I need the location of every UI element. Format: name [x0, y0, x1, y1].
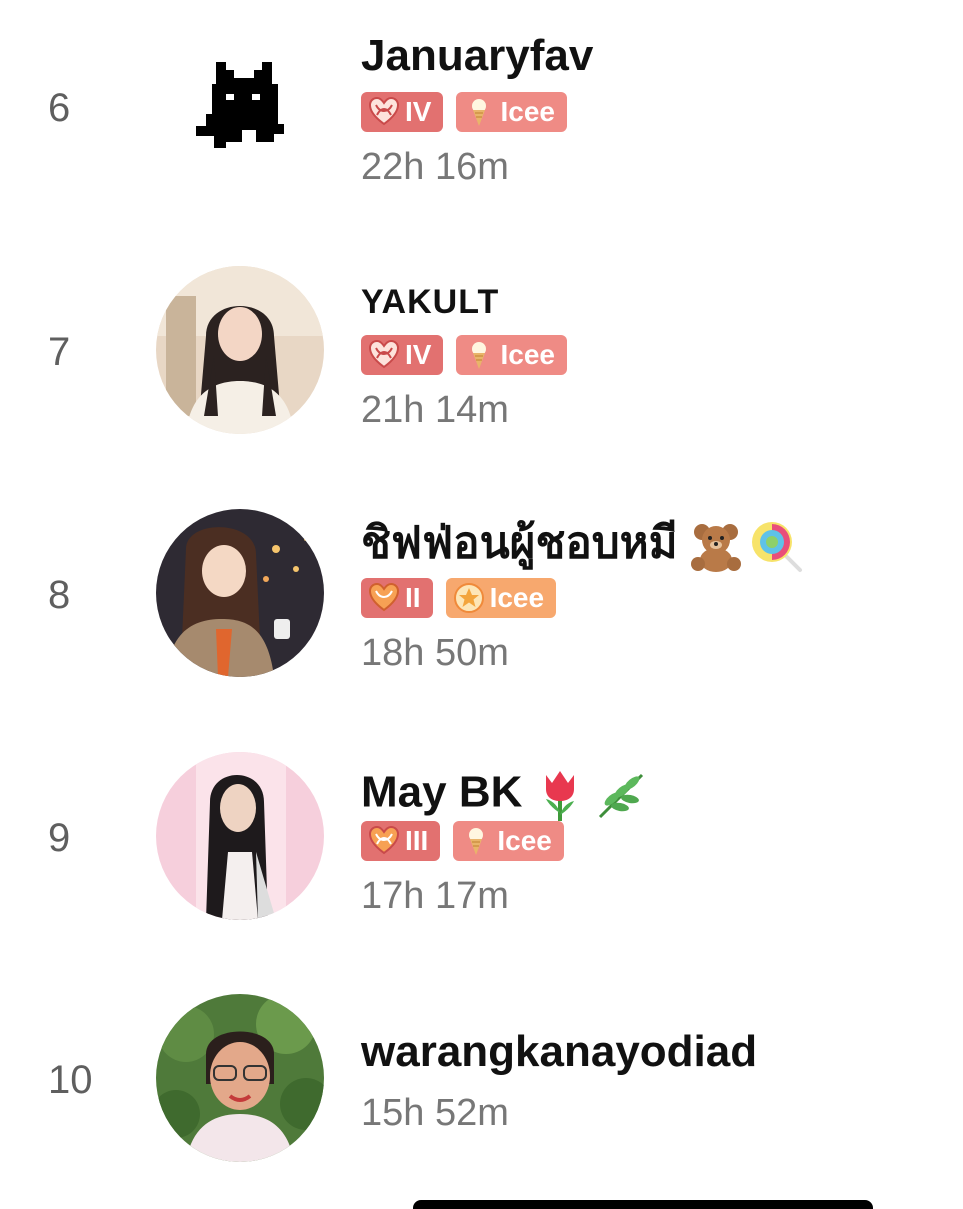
tier-badge: Icee	[453, 821, 564, 861]
duration-text: 15h 52m	[361, 1092, 509, 1134]
level-badge: IV	[361, 335, 444, 375]
leaderboard-row[interactable]: 8 ชิฟฟ่อนผู้ชอบหมี II Icee 18h 50m	[0, 486, 963, 729]
rank-number: 7	[48, 330, 71, 374]
username-text: May BK	[361, 767, 523, 817]
rank-number: 10	[48, 1058, 93, 1102]
avatar[interactable]	[156, 752, 324, 920]
bottom-toolbar	[413, 1200, 873, 1209]
username-text: ชิฟฟ่อนผู้ชอบหมี	[361, 518, 678, 568]
heart-knot-icon	[367, 581, 401, 615]
pixel-cat-avatar	[156, 24, 324, 192]
rank-number: 6	[48, 86, 71, 130]
level-badge: II	[361, 578, 433, 618]
level-badge: IV	[361, 92, 444, 132]
ice-cream-icon	[462, 95, 496, 129]
ice-cream-icon	[459, 824, 493, 858]
avatar[interactable]	[156, 994, 324, 1162]
badge-group: IV Icee	[361, 92, 567, 132]
leaderboard-row[interactable]: 9 May BK III Icee 17h 17m	[0, 729, 963, 972]
tier-badge-text: Icee	[500, 96, 555, 127]
tier-badge-text: Icee	[500, 339, 555, 370]
username: May BK	[361, 767, 648, 823]
star-icon	[452, 581, 486, 615]
rank-number: 8	[48, 573, 71, 617]
ice-cream-icon	[462, 338, 496, 372]
heart-knot-icon	[367, 824, 401, 858]
username: Januaryfav	[361, 31, 594, 80]
level-badge-text: IV	[405, 339, 432, 370]
badge-group: III Icee	[361, 821, 564, 861]
tier-badge-text: Icee	[489, 582, 545, 613]
badge-group: II Icee	[361, 578, 557, 618]
tier-badge-text: Icee	[497, 825, 552, 856]
duration-text: 17h 17m	[361, 875, 509, 917]
tier-badge: Icee	[445, 578, 557, 618]
level-badge-text: IV	[405, 96, 432, 127]
tier-badge: Icee	[456, 92, 567, 132]
level-badge-text: III	[405, 825, 429, 856]
avatar[interactable]	[156, 24, 324, 192]
tulip-emoji	[532, 767, 588, 823]
tier-badge: Icee	[456, 335, 567, 375]
duration-text: 22h 16m	[361, 146, 509, 188]
lollipop-emoji	[748, 518, 804, 574]
avatar[interactable]	[156, 266, 324, 434]
level-badge-text: II	[405, 582, 421, 613]
teddy-bear-emoji	[688, 518, 744, 574]
leaderboard-row[interactable]: 6 Januaryfav IV Icee 22h 16m	[0, 0, 963, 243]
badge-group: IV Icee	[361, 335, 567, 375]
leaderboard-screen: 6 Januaryfav IV Icee 22h 16m 7 YAKULT IV…	[0, 0, 963, 1209]
herb-emoji	[592, 767, 648, 823]
leaderboard-row[interactable]: 10 warangkanayodiad 15h 52m	[0, 972, 963, 1209]
duration-text: 18h 50m	[361, 632, 509, 674]
photo-avatar	[156, 994, 324, 1162]
username: warangkanayodiad	[361, 1027, 758, 1076]
rank-number: 9	[48, 816, 71, 860]
avatar[interactable]	[156, 509, 324, 677]
leaderboard-row[interactable]: 7 YAKULT IV Icee 21h 14m	[0, 243, 963, 486]
illustrated-avatar	[156, 509, 324, 677]
username: YAKULT	[361, 283, 500, 321]
photo-avatar	[156, 752, 324, 920]
heart-knot-icon	[367, 95, 401, 129]
level-badge: III	[361, 821, 441, 861]
username: ชิฟฟ่อนผู้ชอบหมี	[361, 518, 804, 574]
photo-avatar	[156, 266, 324, 434]
heart-knot-icon	[367, 338, 401, 372]
duration-text: 21h 14m	[361, 389, 509, 431]
